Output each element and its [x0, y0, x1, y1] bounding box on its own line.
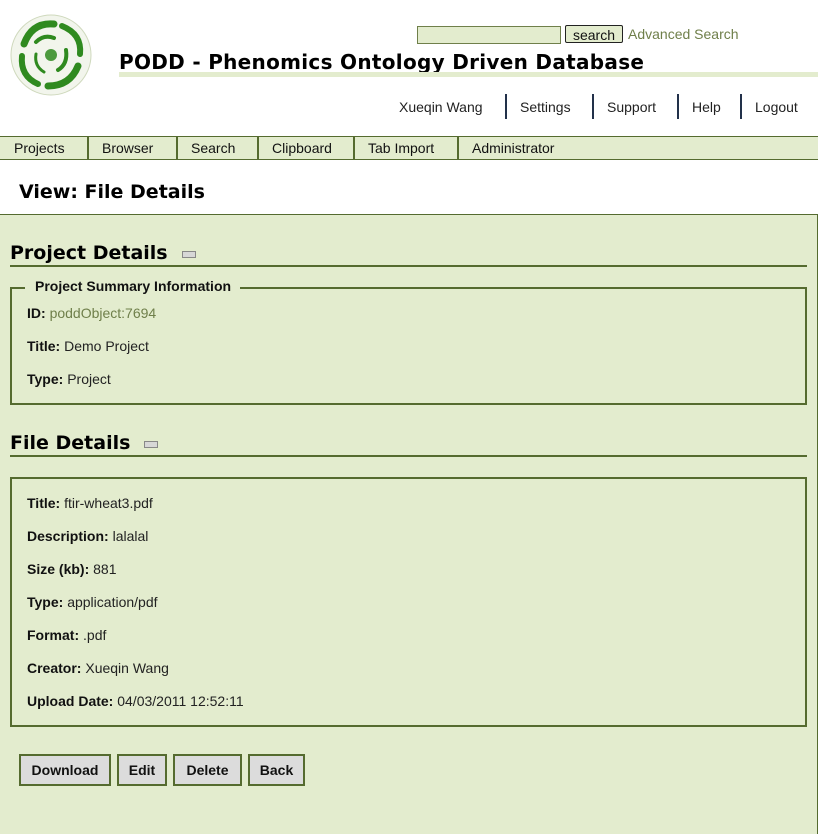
back-button[interactable]: Back — [248, 754, 305, 786]
project-id-field: ID: poddObject:7694 — [27, 305, 156, 321]
edit-button[interactable]: Edit — [117, 754, 167, 786]
tab-divider — [353, 137, 355, 159]
nav-divider — [505, 94, 507, 119]
field-label: Format: — [27, 627, 80, 643]
nav-divider — [677, 94, 679, 119]
tab-browser[interactable]: Browser — [102, 137, 153, 159]
field-label: Upload Date: — [27, 693, 114, 709]
file-details-heading: File Details — [10, 432, 131, 454]
user-nav: Xueqin Wang Settings Support Help Logout — [0, 94, 818, 120]
file-size-field: Size (kb): 881 — [27, 561, 116, 577]
project-summary-legend: Project Summary Information — [25, 278, 241, 294]
tab-divider — [257, 137, 259, 159]
field-label: Type: — [27, 371, 64, 387]
field-value: Xueqin Wang — [85, 660, 169, 676]
collapse-icon[interactable] — [182, 251, 196, 258]
field-label: Title: — [27, 338, 61, 354]
title-underline — [119, 72, 818, 77]
main-nav: Projects Browser Search Clipboard Tab Im… — [0, 136, 818, 160]
tab-clipboard[interactable]: Clipboard — [272, 137, 332, 159]
field-value: 881 — [93, 561, 117, 577]
field-value: .pdf — [83, 627, 107, 643]
settings-link[interactable]: Settings — [520, 94, 571, 120]
logout-link[interactable]: Logout — [755, 94, 798, 120]
user-name-link[interactable]: Xueqin Wang — [399, 94, 483, 120]
file-title-field: Title: ftir-wheat3.pdf — [27, 495, 153, 511]
file-creator-field: Creator: Xueqin Wang — [27, 660, 169, 676]
field-value: Project — [67, 371, 111, 387]
delete-button[interactable]: Delete — [173, 754, 242, 786]
field-label: Description: — [27, 528, 109, 544]
nav-divider — [592, 94, 594, 119]
project-title-field: Title: Demo Project — [27, 338, 149, 354]
field-label: Creator: — [27, 660, 82, 676]
tab-projects[interactable]: Projects — [14, 137, 65, 159]
search-button[interactable]: search — [565, 25, 623, 43]
tab-divider — [457, 137, 459, 159]
field-value: 04/03/2011 12:52:11 — [117, 693, 244, 709]
field-value: application/pdf — [67, 594, 158, 610]
field-value: ftir-wheat3.pdf — [64, 495, 153, 511]
search-input[interactable] — [417, 26, 561, 44]
field-label: Size (kb): — [27, 561, 90, 577]
field-value: lalalal — [112, 528, 149, 544]
tab-divider — [176, 137, 178, 159]
field-label: Title: — [27, 495, 61, 511]
help-link[interactable]: Help — [692, 94, 721, 120]
nav-divider — [740, 94, 742, 119]
tab-tab-import[interactable]: Tab Import — [368, 137, 434, 159]
download-button[interactable]: Download — [19, 754, 111, 786]
section-rule — [10, 455, 807, 457]
tab-search[interactable]: Search — [191, 137, 235, 159]
app-title: PODD - Phenomics Ontology Driven Databas… — [119, 50, 645, 74]
tab-divider — [87, 137, 89, 159]
project-id-link[interactable]: poddObject:7694 — [50, 305, 157, 321]
field-label: Type: — [27, 594, 64, 610]
file-type-field: Type: application/pdf — [27, 594, 158, 610]
file-format-field: Format: .pdf — [27, 627, 106, 643]
file-upload-date-field: Upload Date: 04/03/2011 12:52:11 — [27, 693, 244, 709]
collapse-icon[interactable] — [144, 441, 158, 448]
podd-logo — [10, 14, 92, 96]
field-value: Demo Project — [64, 338, 149, 354]
file-description-field: Description: lalalal — [27, 528, 148, 544]
page-title: View: File Details — [19, 181, 205, 203]
tab-administrator[interactable]: Administrator — [472, 137, 554, 159]
section-rule — [10, 265, 807, 267]
field-label: ID: — [27, 305, 46, 321]
support-link[interactable]: Support — [607, 94, 656, 120]
project-type-field: Type: Project — [27, 371, 111, 387]
advanced-search-link[interactable]: Advanced Search — [628, 26, 739, 42]
project-details-heading: Project Details — [10, 242, 168, 264]
